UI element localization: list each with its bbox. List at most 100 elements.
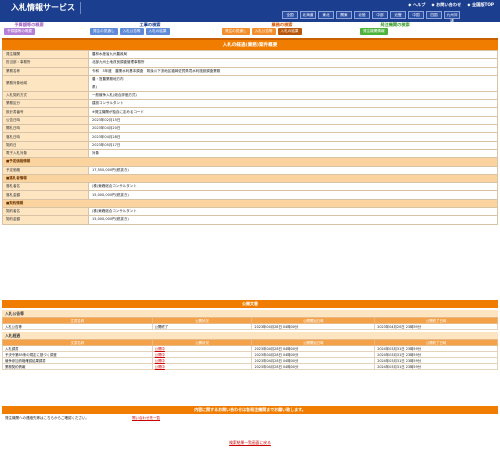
header-links: ◆ ヘルプ ◆ お問い合わせ ◆ 全国版TOP — [408, 2, 494, 8]
table-cell: 公開中 — [151, 363, 253, 370]
field-value: 北部九州土地改良調査管理事務所 — [88, 58, 498, 68]
field-value-text: 県) — [92, 84, 97, 89]
region-tab[interactable]: 北海道 — [300, 11, 316, 19]
table-cell: 入札公告等 — [2, 323, 153, 330]
document-link[interactable]: 公開中 — [155, 353, 165, 357]
summary-row: 業務名称 令和 5年度 農業水利基本調査 筑後川下流地区福岡佐賀県境水利施設調査業… — [2, 66, 498, 76]
region-tab[interactable]: 関東 — [336, 11, 352, 19]
help-link[interactable]: ◆ ヘルプ — [408, 2, 425, 8]
region-tab[interactable]: 中部 — [372, 11, 388, 19]
table-cell: 2023年04月28日 04時00分 — [251, 323, 376, 330]
field-label: 発注機関 — [2, 49, 89, 60]
section-label: ■予定価格情報 — [2, 157, 498, 167]
page-title: 入札の経過(業務)案件概要 — [2, 38, 498, 50]
region-selector: 全国 北海道 東北 関東 北陸 中部 近畿 中国 四国 九州沖縄 — [282, 11, 460, 23]
tab-construction-notices[interactable]: 入札公告等 — [119, 28, 144, 35]
field-value-text: 2023年05月17日 — [92, 142, 121, 147]
section-label: ■契約情報 — [2, 198, 498, 209]
category-nav: 予算額等の概要 予算額等の概要 工事の検索 発注の見通し 入札公告等 入札の結果… — [0, 22, 500, 36]
summary-row: 契約者名 (株)東峰総合コンサルタント — [2, 207, 498, 217]
published-documents-title: 公開文書 — [2, 300, 498, 308]
tab-services-outlook[interactable]: 発注の見通し — [222, 28, 250, 35]
field-label: 予定価格 — [2, 165, 89, 175]
document-section-header: 入札公告等 — [2, 310, 498, 317]
field-value: 15,000,000円(税抜き) — [88, 190, 498, 200]
documents-table: 文書名称 公開状況 公開開始日時 公開終了日時 入札公告等 公開終了 2023年04月28日… — [2, 317, 498, 330]
site-title[interactable]: 入札情報サービス — [6, 2, 81, 14]
nav-group-budget: 予算額等の概要 予算額等の概要 — [4, 22, 54, 36]
field-label: 業務区分 — [2, 99, 89, 109]
documents-table: 文書名称 公開状況 公開開始日時 公開終了日時 入札調書 公開中 2023年04月28日 0… — [2, 339, 498, 370]
region-tab[interactable]: 北陸 — [354, 11, 370, 19]
nav-group-agency: 発注機関の検索 発注機関情報 — [360, 22, 430, 36]
table-cell: 2024年03月31日 23時59分 — [374, 363, 498, 370]
summary-row: 電子入札対象 対象 — [2, 148, 498, 159]
tab-construction-outlook[interactable]: 発注の見通し — [90, 28, 118, 35]
section-header: ■契約情報 — [2, 198, 498, 209]
field-value-text: (株)東峰総合コンサルタント — [92, 209, 137, 214]
summary-row: 落札者名 (株)東峰総合コンサルタント — [2, 182, 498, 192]
region-tab[interactable]: 九州沖縄 — [444, 11, 460, 23]
field-label: 公告日時 — [2, 115, 89, 126]
contact-list-link[interactable]: 問い合わせ先一覧 — [132, 416, 160, 421]
section-header: ■落札者情報 — [2, 173, 498, 184]
table-cell: 2023年04月28日 04時00分 — [251, 363, 376, 370]
region-tab[interactable]: 四国 — [426, 11, 442, 19]
tab-budget-overview[interactable]: 予算額等の概要 — [4, 28, 36, 35]
region-tab[interactable]: 中国 — [408, 11, 424, 19]
tab-agency-info[interactable]: 発注機関情報 — [360, 28, 388, 35]
contact-text: 発注機関への連絡先等はこちらからご確認ください。 — [5, 415, 89, 420]
document-link[interactable]: 公開中 — [155, 359, 165, 363]
contact-link[interactable]: ◆ お問い合わせ — [431, 2, 461, 8]
field-value-text: 15,000,000円(税抜き) — [92, 192, 129, 197]
nav-group-construction: 工事の検索 発注の見通し 入札公告等 入札の結果 — [90, 22, 210, 36]
document-link[interactable]: 公開中 — [155, 347, 165, 351]
nav-group-services: 業務の検索 発注の見通し 入札公告等 入札の結果 — [222, 22, 342, 36]
summary-row: 予定価格 17,550,000円(税抜き) — [2, 165, 498, 175]
case-summary: 入札の経過(業務)案件概要 発注機関 農林水産省九州農政局 担当部・事務所 北部九州土… — [0, 38, 500, 225]
field-value-text: 農・営農業務地方内 — [92, 76, 124, 81]
table-row: 入札公告等 公開終了 2023年04月28日 04時00分 2023年04月20日 2… — [2, 323, 498, 330]
field-value: 農・営農業務地方内 県) — [88, 74, 498, 92]
summary-row: 業務対象地域 農・営農業務地方内 県) — [2, 74, 498, 92]
field-value-text: 令和 5年度 農業水利基本調査 筑後川下流地区福岡佐賀県境水利施設調査業務 — [92, 68, 221, 73]
contact-section: 内容に関するお問い合わせは各発注機関までお願い致します。 発注機関への連絡先等は… — [2, 406, 498, 422]
section-label: ■落札者情報 — [2, 173, 498, 184]
table-row: 業務契約情報 公開中 2023年04月28日 04時00分 2024年03月31日 2… — [2, 363, 498, 370]
region-tab[interactable]: 東北 — [318, 11, 334, 19]
summary-row: 担当部・事務所 北部九州土地改良調査管理事務所 — [2, 58, 498, 68]
field-value-text: 15,000,000円(税抜き) — [92, 217, 129, 222]
table-cell: 2023年04月20日 23時59分 — [374, 323, 498, 330]
summary-row: 公告日時 2023年02月15日 — [2, 115, 498, 126]
field-label: 開札日時 — [2, 124, 89, 134]
table-cell: 公開終了 — [151, 323, 253, 330]
summary-row: 業務区分 建設コンサルタント — [2, 99, 498, 109]
summary-table: 発注機関 農林水産省九州農政局 担当部・事務所 北部九州土地改良調査管理事務所 業務名称… — [2, 49, 498, 225]
tab-services-notices[interactable]: 入札公告等 — [251, 28, 276, 35]
field-value-text: 一般競争入札(総合評価方式) — [92, 93, 137, 98]
field-value: 17,550,000円(税抜き) — [88, 165, 498, 175]
field-label: 電子入札対象 — [2, 148, 89, 159]
field-value: (株)東峰総合コンサルタント — [88, 207, 498, 217]
field-value: 2023年05月17日 — [88, 140, 498, 150]
field-label: 設計書番号 — [2, 107, 89, 117]
field-value-text: 北部九州土地改良調査管理事務所 — [92, 60, 145, 65]
national-top-link[interactable]: ◆ 全国版TOP — [467, 2, 494, 8]
summary-row: 開札日時 2023年04月20日 — [2, 124, 498, 134]
summary-row: 落札日時 2023年04月28日 — [2, 132, 498, 142]
published-documents: 公開文書 入札公告等 文書名称 公開状況 公開開始日時 公開終了日時 入札公告等 公開終了 2… — [2, 300, 498, 370]
field-label: 契約金額 — [2, 215, 89, 225]
document-link[interactable]: 公開中 — [155, 365, 165, 369]
back-to-results-link[interactable]: 検索結果一覧画面に戻る — [0, 440, 500, 446]
tab-services-results[interactable]: 入札の結果 — [277, 28, 302, 35]
region-tab[interactable]: 全国 — [282, 11, 298, 19]
tab-construction-results[interactable]: 入札の結果 — [145, 28, 170, 35]
field-label: 契約日 — [2, 140, 89, 150]
summary-row: 設計書番号 ※発注機関が独自に定めるコード — [2, 107, 498, 117]
field-label: 落札者名 — [2, 182, 89, 192]
field-value: 2023年04月20日 — [88, 124, 498, 134]
field-value: 令和 5年度 農業水利基本調査 筑後川下流地区福岡佐賀県境水利施設調査業務 — [88, 66, 498, 76]
field-label: 業務対象地域 — [2, 74, 89, 92]
field-value: 一般競争入札(総合評価方式) — [88, 90, 498, 101]
region-tab[interactable]: 近畿 — [390, 11, 406, 19]
